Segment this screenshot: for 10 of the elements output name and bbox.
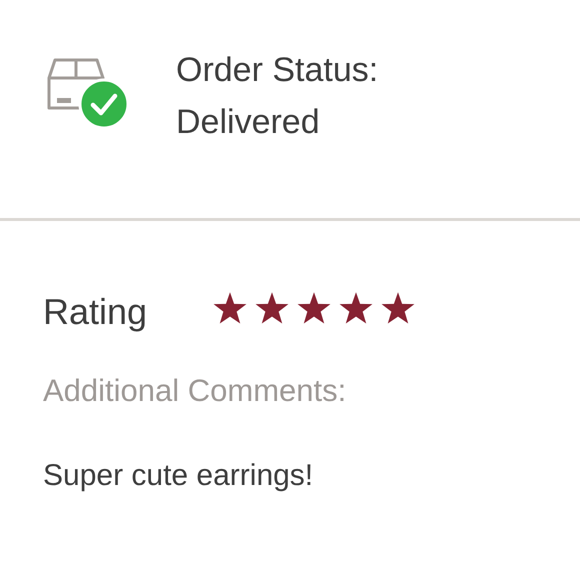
star-icon	[297, 292, 331, 324]
comments-label: Additional Comments:	[42, 373, 348, 409]
rating-label: Rating	[43, 291, 148, 333]
order-status-value: Delivered	[176, 102, 321, 143]
star-icon	[255, 292, 289, 324]
star-icon	[213, 292, 247, 324]
star-icon	[381, 292, 415, 324]
comment-text: Super cute earrings!	[42, 459, 314, 493]
star-icon	[339, 292, 373, 324]
order-status-label: Order Status:	[176, 50, 378, 91]
